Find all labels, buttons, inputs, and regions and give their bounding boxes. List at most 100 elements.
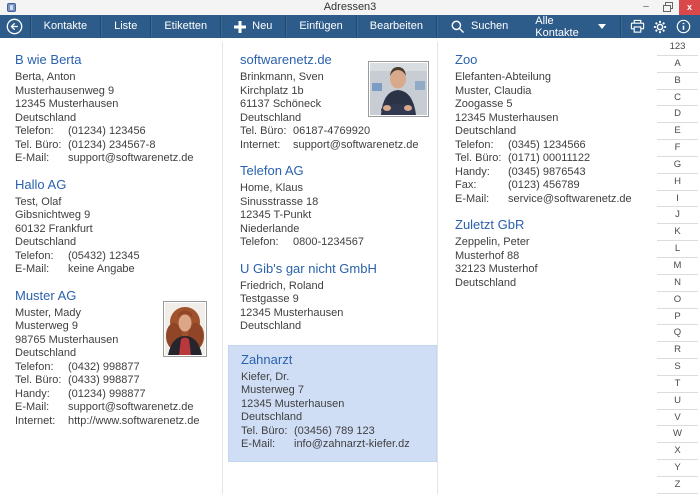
contact-card[interactable]: B wie BertaBerta, AntonMusterhausenweg 9… [15,52,207,166]
contact-card[interactable]: Telefon AGHome, KlausSinusstrasse 181234… [240,163,431,250]
contact-text-line: Deutschland [241,411,430,425]
contact-name[interactable]: Zoo [455,52,645,68]
index-letter-M[interactable]: M [657,258,698,275]
index-letter-S[interactable]: S [657,359,698,376]
suchen-button[interactable]: Suchen [437,15,521,38]
info-button[interactable] [672,15,695,38]
field-label: Telefon: [240,236,293,250]
contact-field: E-Mail:support@softwarenetz.de [15,401,207,415]
liste-button[interactable]: Liste [101,15,150,38]
contact-text-line: 12345 Musterhausen [455,112,645,126]
field-value: keine Angabe [68,263,135,275]
index-letter-U[interactable]: U [657,393,698,410]
contact-card[interactable]: softwarenetz.deBrinkmann, SvenKirchplatz… [240,52,431,152]
index-letter-E[interactable]: E [657,123,698,140]
etiketten-button[interactable]: Etiketten [151,15,220,38]
contact-photo [163,301,207,357]
index-letter-X[interactable]: X [657,443,698,460]
index-letter-N[interactable]: N [657,275,698,292]
contact-list-area: B wie BertaBerta, AntonMusterhausenweg 9… [0,38,700,498]
field-value: (0432) 998877 [68,361,140,373]
index-letter-B[interactable]: B [657,73,698,90]
index-letter-R[interactable]: R [657,342,698,359]
index-letter-H[interactable]: H [657,174,698,191]
contact-field: Fax:(0123) 456789 [455,179,645,193]
contact-field: Telefon:(05432) 12345 [15,250,207,264]
contact-filter-dropdown[interactable]: Alle Kontakte [521,15,619,38]
contact-text-line: Deutschland [15,112,207,126]
contact-text-line: Testgasse 9 [240,293,431,307]
index-letter-123[interactable]: 123 [657,39,698,56]
contact-name[interactable]: U Gib's gar nicht GmbH [240,261,431,277]
contact-text-line: Home, Klaus [240,182,431,196]
contact-name[interactable]: B wie Berta [15,52,207,68]
contact-field: Telefon:(0432) 998877 [15,361,207,375]
field-value: (0171) 00011122 [508,152,590,164]
index-letter-P[interactable]: P [657,309,698,326]
bearbeiten-button[interactable]: Bearbeiten [357,15,436,38]
window-title: Adressen3 [0,0,700,15]
contact-text-line: 12345 Musterhausen [240,307,431,321]
index-letter-T[interactable]: T [657,376,698,393]
back-button[interactable] [0,15,30,38]
contact-card[interactable]: ZooElefanten-AbteilungMuster, ClaudiaZoo… [455,52,645,206]
index-letter-C[interactable]: C [657,90,698,107]
column-divider [222,42,223,494]
field-value: (0345) 9876543 [508,166,586,178]
main-toolbar: Kontakte Liste Etiketten Neu Einfügen Be… [0,15,700,38]
alphabet-index: 123ABCDEFGHIJKLMNOPQRSTUVWXYZ [657,39,698,494]
index-letter-V[interactable]: V [657,410,698,427]
index-letter-L[interactable]: L [657,241,698,258]
field-value: support@softwarenetz.de [293,139,419,151]
field-label: E-Mail: [241,438,294,452]
contact-field: E-Mail:info@zahnarzt-kiefer.dz [241,438,430,452]
contact-card[interactable]: Muster AGMuster, MadyMusterweg 998765 Mu… [15,288,207,429]
contact-name[interactable]: Telefon AG [240,163,431,179]
restore-button[interactable] [657,0,679,15]
contact-text-line: 60132 Frankfurt [15,223,207,237]
kontakte-button[interactable]: Kontakte [31,15,100,38]
index-letter-W[interactable]: W [657,426,698,443]
column-divider [437,42,438,494]
contact-name[interactable]: Hallo AG [15,177,207,193]
contact-card[interactable]: U Gib's gar nicht GmbHFriedrich, RolandT… [240,261,431,334]
contact-field: Internet:http://www.softwarenetz.de [15,415,207,429]
contact-card[interactable]: Zuletzt GbRZeppelin, PeterMusterhof 8832… [455,217,645,290]
index-letter-I[interactable]: I [657,191,698,208]
contact-name[interactable]: Zuletzt GbR [455,217,645,233]
title-bar: Adressen3 – x [0,0,700,15]
contact-card[interactable]: ZahnarztKiefer, Dr.Musterweg 712345 Must… [228,345,437,462]
field-label: Internet: [15,415,68,429]
contact-card[interactable]: Hallo AGTest, OlafGibsnichtweg 960132 Fr… [15,177,207,277]
index-letter-G[interactable]: G [657,157,698,174]
field-label: E-Mail: [15,152,68,166]
field-value: (03456) 789 123 [294,425,375,437]
index-letter-O[interactable]: O [657,292,698,309]
field-value: http://www.softwarenetz.de [68,415,199,427]
field-value: (0433) 998877 [68,374,140,386]
settings-button[interactable] [649,15,672,38]
contact-text-line: 12345 Musterhausen [241,398,430,412]
index-letter-Q[interactable]: Q [657,325,698,342]
index-letter-Y[interactable]: Y [657,460,698,477]
index-letter-J[interactable]: J [657,207,698,224]
einfuegen-button[interactable]: Einfügen [286,15,355,38]
field-label: Handy: [455,166,508,180]
print-button[interactable] [626,15,649,38]
info-icon [676,19,691,34]
index-letter-F[interactable]: F [657,140,698,157]
index-letter-K[interactable]: K [657,224,698,241]
index-letter-D[interactable]: D [657,106,698,123]
contact-field: Internet:support@softwarenetz.de [240,139,431,153]
contact-field: Handy:(0345) 9876543 [455,166,645,180]
contact-field: E-Mail:support@softwarenetz.de [15,152,207,166]
index-letter-Z[interactable]: Z [657,477,698,494]
neu-button[interactable]: Neu [221,15,285,38]
index-letter-A[interactable]: A [657,56,698,73]
contact-text-line: Test, Olaf [15,196,207,210]
close-button[interactable]: x [679,0,700,15]
contact-text-line: Deutschland [455,277,645,291]
contact-field: Handy:(01234) 998877 [15,388,207,402]
minimize-button[interactable]: – [635,0,657,15]
contact-name[interactable]: Zahnarzt [241,352,430,368]
